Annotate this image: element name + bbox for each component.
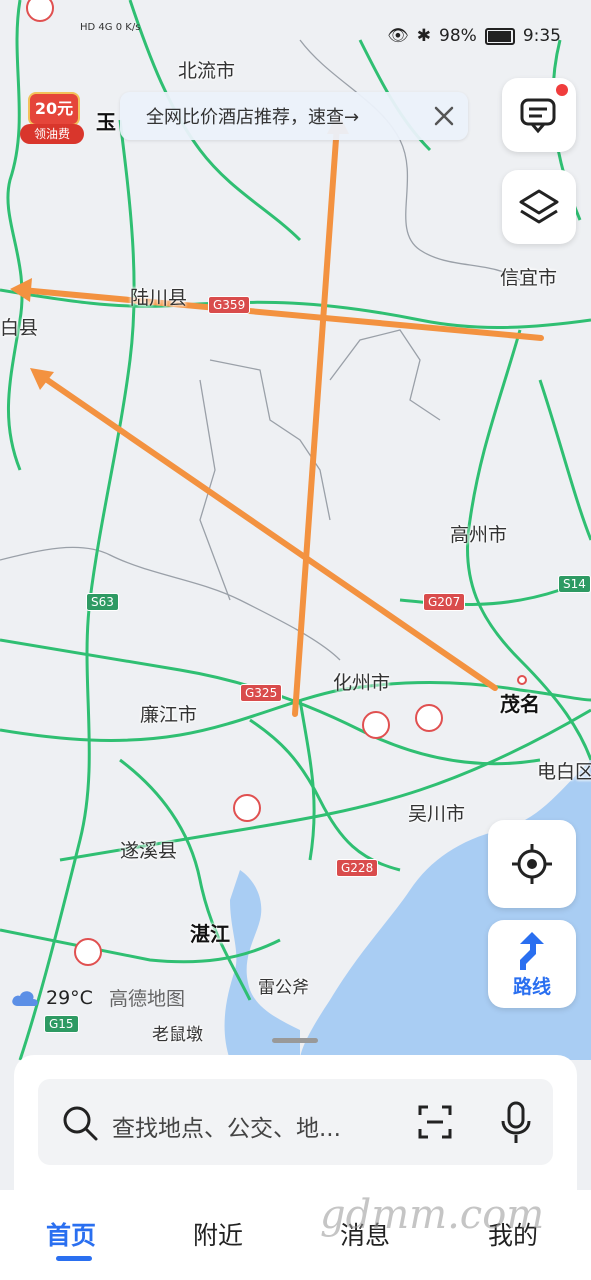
eye-icon: 👁 [387,26,409,46]
route-label: 路线 [512,975,551,998]
road-shield-g228: G228 [336,859,379,877]
label-beiliu: 北流市 [178,60,236,82]
map-brand-label: 高德地图 [108,988,185,1010]
tab-home[interactable]: 首页 [46,1216,96,1252]
messages-button[interactable] [502,78,576,152]
net-speed-unit: K/s [125,22,141,33]
search-input[interactable]: 查找地点、公交、地... [112,1109,341,1143]
tab-active-indicator [56,1256,92,1261]
scan-icon[interactable] [416,1103,454,1141]
crosshair-icon [512,844,552,884]
coupon-label: 领油费 [20,124,84,144]
close-icon[interactable] [430,102,458,130]
sheet-drag-handle[interactable] [272,1038,318,1043]
maoming-dot [517,675,527,685]
label-zhanjiang: 湛江 [190,922,230,946]
label-yu: 玉 [96,110,116,134]
road-shield-g359: G359 [208,296,251,314]
net-speed-value: 0 [115,22,123,33]
road-shield-g15: G15 [44,1015,79,1033]
layers-icon [519,189,559,224]
layers-button[interactable] [502,170,576,244]
fuel-coupon-badge[interactable]: 20元 领油费 [20,92,84,144]
label-xinyi: 信宜市 [500,267,558,289]
road-shield-g325: G325 [240,684,283,702]
label-maoming: 茂名 [500,692,540,716]
bluetooth-icon: ✱ [416,26,432,46]
notification-dot [556,84,568,96]
clock: 9:35 [522,26,561,46]
signal-indicator: HD 4G 0 K/s [80,22,140,34]
battery-icon [484,27,515,45]
weather-widget[interactable]: 29°C 高德地图 [10,984,185,1011]
status-bar: HD 4G 0 K/s 👁 ✱ 98% 9:35 [0,0,591,72]
label-bai: 白县 [0,317,39,339]
battery-percent: 98% [439,26,477,46]
label-dianbai: 电白区 [537,761,591,783]
search-icon [63,1106,98,1141]
locate-button[interactable] [488,820,576,908]
microphone-icon[interactable] [498,1101,534,1145]
tab-nearby[interactable]: 附近 [193,1216,243,1252]
hotel-promo-banner[interactable]: 全网比价酒店推荐，速查→ [120,92,468,140]
label-huazhou: 化州市 [333,672,391,694]
label-suixi: 遂溪县 [120,840,178,862]
label-luchuan: 陆川县 [130,287,188,309]
road-shield-s14: S14 [558,575,591,593]
route-icon [520,931,544,970]
label-lianjiang: 廉江市 [140,704,198,726]
label-leigongfu: 雷公斧 [258,978,309,998]
watermark: gdmm.com [320,1192,545,1238]
signal-text: HD 4G [80,22,113,33]
coupon-amount: 20元 [28,92,80,126]
search-bar[interactable]: 查找地点、公交、地... [38,1079,553,1165]
label-gaozhou: 高州市 [450,524,508,546]
road-shield-g207: G207 [423,593,466,611]
temperature: 29°C [46,986,93,1009]
label-laoshudun: 老鼠墩 [152,1025,203,1045]
road-shield-s63: S63 [86,593,119,611]
message-icon [520,98,556,134]
cloud-icon [12,990,38,1006]
banner-text: 全网比价酒店推荐，速查→ [146,107,360,128]
label-wuchuan: 吴川市 [408,803,466,825]
route-button[interactable]: 路线 [488,920,576,1008]
